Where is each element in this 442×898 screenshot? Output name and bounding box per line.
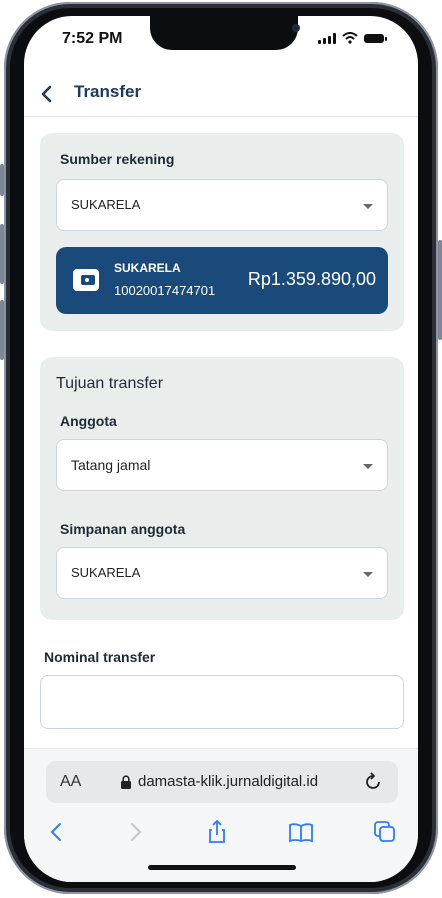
back-arrow-icon[interactable] (38, 82, 56, 106)
account-number: 10020017474701 (114, 283, 216, 298)
notch (150, 16, 300, 50)
browser-nav (24, 815, 418, 849)
status-icons (318, 32, 387, 44)
home-indicator (148, 865, 296, 870)
power-button (438, 240, 442, 340)
source-select-value: SUKARELA (71, 197, 141, 212)
destination-heading: Tujuan transfer (56, 375, 164, 392)
share-icon[interactable] (204, 819, 230, 845)
url-text: damasta-klik.jurnaldigital.id (138, 773, 319, 790)
back-icon[interactable] (44, 819, 70, 845)
nominal-input[interactable] (40, 675, 404, 729)
browser-toolbar: AA damasta-klik.jurnaldigital.id (24, 748, 418, 882)
source-account-select[interactable]: SUKARELA (56, 179, 388, 231)
page-title: Transfer (74, 82, 142, 101)
destination-card: Tujuan transfer Anggota Tatang jamal Sim… (40, 357, 404, 620)
tabs-icon[interactable] (372, 819, 398, 845)
nominal-label: Nominal transfer (44, 649, 156, 665)
wallet-icon (73, 269, 99, 291)
chevron-down-icon (363, 572, 373, 577)
app-header: Transfer (24, 76, 418, 117)
bookmarks-icon[interactable] (288, 819, 314, 845)
text-size-button[interactable]: AA (60, 773, 81, 791)
volume-down-button (0, 300, 4, 360)
chevron-down-icon (363, 204, 373, 209)
mute-switch (0, 164, 4, 196)
signal-icon (318, 32, 336, 44)
member-select[interactable]: Tatang jamal (56, 439, 388, 491)
forward-icon[interactable] (122, 819, 148, 845)
chevron-down-icon (363, 464, 373, 469)
source-account-card: Sumber rekening SUKARELA SUKARELA 100200… (40, 133, 404, 331)
status-time: 7:52 PM (62, 30, 123, 47)
account-name: SUKARELA (114, 261, 181, 275)
wifi-icon (342, 32, 358, 44)
battery-icon (364, 33, 387, 43)
url-bar[interactable]: AA damasta-klik.jurnaldigital.id (46, 761, 398, 803)
account-balance: Rp1.359.890,00 (247, 269, 376, 289)
camera-icon (292, 24, 300, 32)
savings-label: Simpanan anggota (60, 521, 186, 537)
reload-icon[interactable] (362, 771, 384, 793)
savings-select[interactable]: SUKARELA (56, 547, 388, 599)
volume-up-button (0, 224, 4, 284)
member-select-value: Tatang jamal (71, 457, 151, 473)
lock-icon (121, 775, 131, 789)
source-label: Sumber rekening (60, 151, 175, 167)
member-label: Anggota (60, 413, 117, 429)
savings-select-value: SUKARELA (71, 565, 141, 580)
main-content: Sumber rekening SUKARELA SUKARELA 100200… (24, 117, 418, 748)
screen: 7:52 PM Transfer Sumber rekening SUKAREL… (24, 16, 418, 882)
account-balance-card: SUKARELA 10020017474701 Rp1.359.890,00 (56, 247, 388, 314)
